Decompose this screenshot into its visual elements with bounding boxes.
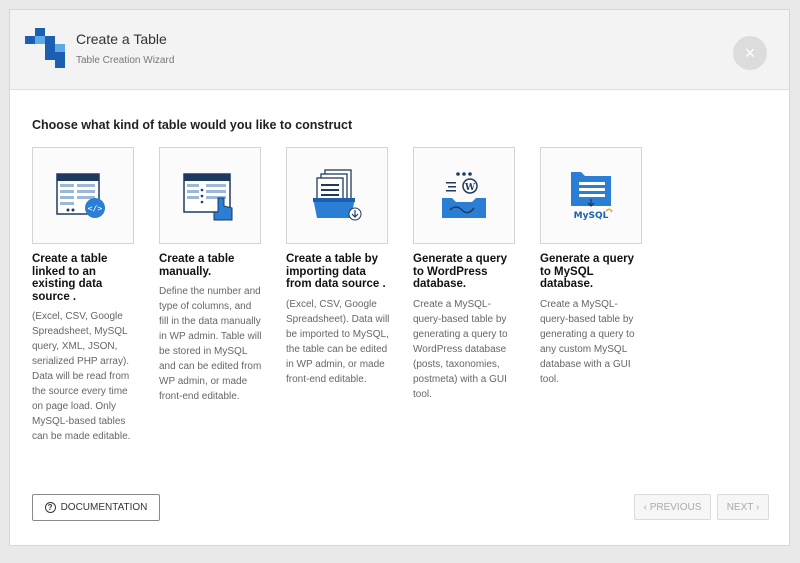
- create-table-modal: Create a Table Table Creation Wizard × C…: [9, 9, 790, 546]
- option-card-manual[interactable]: Create a table manually. Define the numb…: [159, 147, 263, 404]
- option-tile-manual[interactable]: [159, 147, 261, 244]
- option-tile-import[interactable]: [286, 147, 388, 244]
- modal-header: Create a Table Table Creation Wizard ×: [10, 10, 789, 90]
- manual-table-hand-icon: [183, 172, 233, 220]
- documentation-button[interactable]: ? DOCUMENTATION: [32, 494, 160, 521]
- option-card-mysql[interactable]: MySQL Generate a query to MySQL database…: [540, 147, 644, 387]
- documentation-label: DOCUMENTATION: [60, 502, 148, 513]
- mysql-logo-text: MySQL: [574, 211, 609, 221]
- option-tile-wordpress[interactable]: W: [413, 147, 515, 244]
- option-title-mysql: Generate a query to MySQL database.: [540, 253, 634, 290]
- wordpress-query-icon: W: [442, 171, 486, 218]
- modal-subtitle: Table Creation Wizard: [76, 55, 175, 66]
- option-card-linked[interactable]: </> Create a table linked to an existing…: [32, 147, 136, 444]
- previous-button[interactable]: ‹ PREVIOUS: [634, 494, 711, 520]
- next-button[interactable]: NEXT ›: [717, 494, 769, 520]
- option-desc-linked: (Excel, CSV, Google Spreadsheet, MySQL q…: [32, 311, 131, 442]
- code-tag-label: </>: [88, 204, 103, 213]
- option-desc-wordpress: Create a MySQL-query-based table by gene…: [413, 298, 508, 400]
- modal-title: Create a Table: [76, 31, 167, 47]
- option-desc-import: (Excel, CSV, Google Spreadsheet). Data w…: [286, 298, 390, 385]
- close-button[interactable]: ×: [733, 36, 767, 70]
- import-files-folder-icon: [313, 168, 362, 220]
- option-title-linked: Create a table linked to an existing dat…: [32, 253, 108, 303]
- help-circle-icon: ?: [44, 502, 56, 513]
- option-desc-mysql: Create a MySQL-query-based table by gene…: [540, 298, 635, 385]
- option-tile-linked[interactable]: </>: [32, 147, 134, 244]
- option-desc-manual: Define the number and type of columns, a…: [159, 286, 262, 402]
- mysql-query-icon: MySQL: [571, 171, 613, 221]
- wizard-heading: Choose what kind of table would you like…: [32, 118, 353, 132]
- linked-table-code-icon: </>: [56, 172, 105, 218]
- option-title-manual: Create a table manually.: [159, 253, 235, 278]
- option-title-import: Create a table by importing data from da…: [286, 253, 386, 290]
- wpdatatables-logo-icon: [25, 28, 65, 68]
- option-tile-mysql[interactable]: MySQL: [540, 147, 642, 244]
- svg-text:W: W: [464, 183, 476, 193]
- option-card-import[interactable]: Create a table by importing data from da…: [286, 147, 390, 387]
- option-card-wordpress[interactable]: W Generate a query to WordPress database…: [413, 147, 517, 402]
- option-title-wordpress: Generate a query to WordPress database.: [413, 253, 507, 290]
